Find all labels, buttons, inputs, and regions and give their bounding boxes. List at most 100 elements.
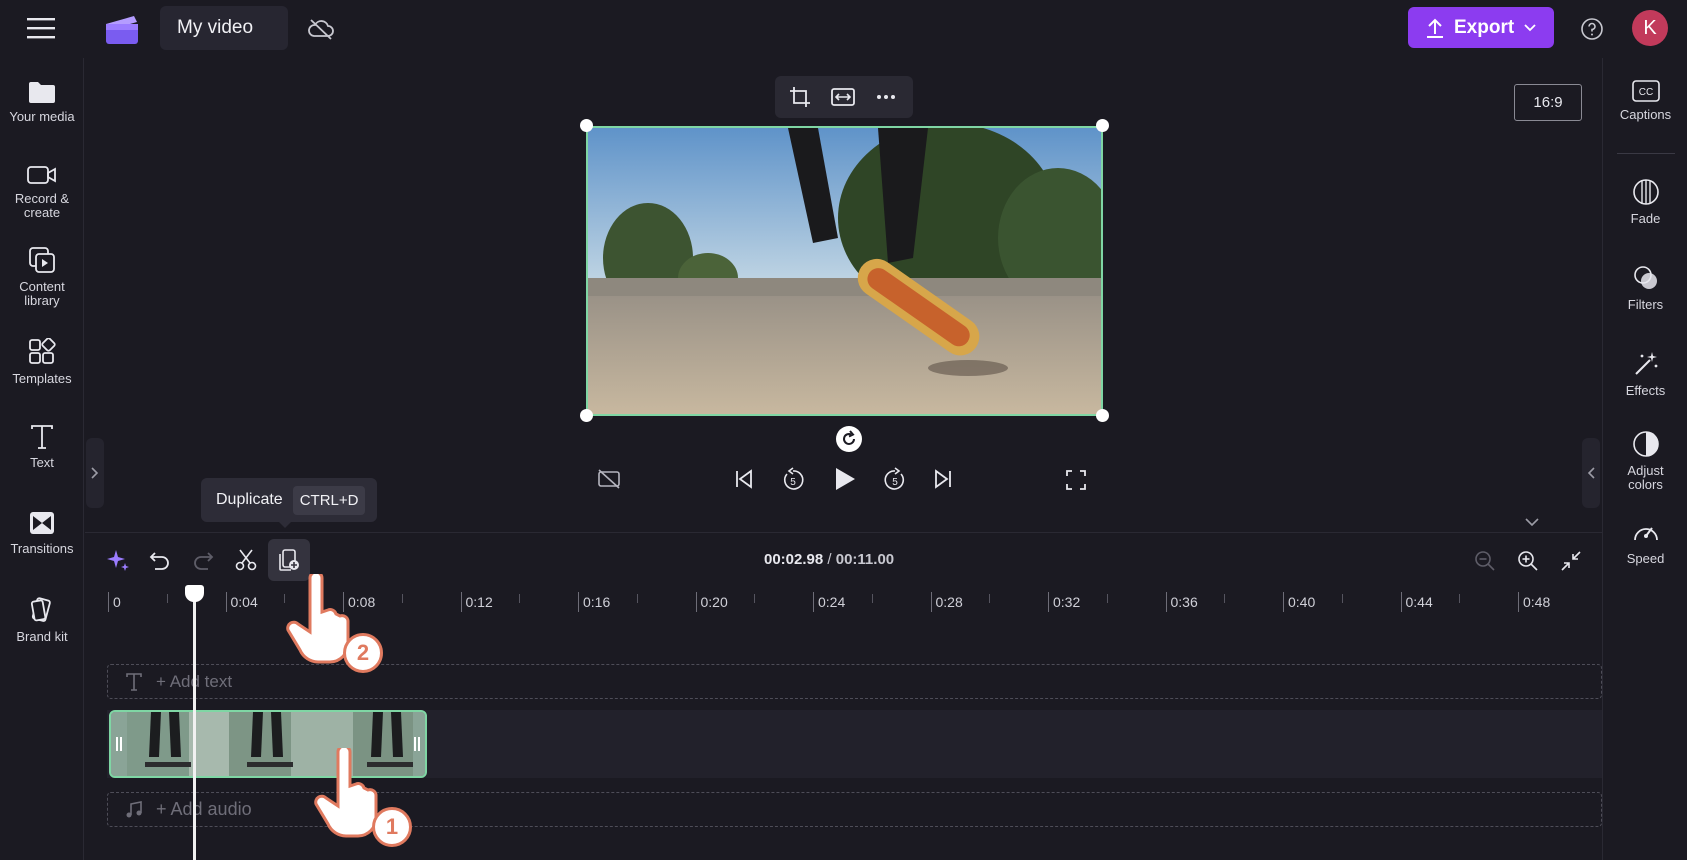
sidebar-item-brand-kit[interactable]: Brand kit [0, 596, 84, 644]
resize-handle-top-right[interactable] [1096, 119, 1109, 132]
split-scissors-icon[interactable] [232, 546, 260, 574]
sidebar-item-text[interactable]: Text [0, 424, 84, 470]
sidebar-item-your-media[interactable]: Your media [0, 80, 84, 124]
sidebar-item-label: Content library [19, 279, 65, 308]
export-label: Export [1454, 16, 1515, 38]
ruler-minor-tick [871, 594, 873, 603]
ruler-minor-tick [1224, 594, 1226, 603]
ruler-label: 0:32 [1053, 594, 1081, 610]
fullscreen-icon[interactable] [1064, 468, 1088, 492]
sidebar-item-label: Transitions [10, 541, 74, 556]
clip-trim-handle-left[interactable] [111, 712, 127, 776]
sidebar-item-effects[interactable]: Effects [1603, 350, 1687, 398]
ruler-label: 0:28 [935, 594, 963, 610]
skip-to-end-icon[interactable] [930, 466, 956, 492]
ruler-minor-tick [989, 594, 991, 603]
collapse-preview-icon[interactable] [1522, 514, 1542, 530]
add-text-track[interactable]: + Add text [107, 664, 1602, 699]
cloud-off-icon[interactable] [306, 14, 336, 44]
sidebar-item-content-library[interactable]: Content library [0, 246, 84, 308]
fit-icon[interactable] [830, 84, 856, 110]
ruler-label: 0:24 [818, 594, 846, 610]
zoom-in-icon[interactable] [1515, 548, 1541, 574]
divider [1617, 153, 1675, 154]
captions-off-icon[interactable] [596, 466, 622, 492]
rotate-icon[interactable] [836, 426, 862, 452]
sidebar-item-label: Templates [12, 371, 72, 386]
ruler-minor-tick [166, 594, 168, 603]
chevron-left-icon [1587, 467, 1595, 479]
sidebar-item-label: Effects [1625, 383, 1666, 398]
svg-text:5: 5 [790, 477, 796, 488]
forward-5-icon[interactable]: 5 [881, 466, 909, 494]
sidebar-item-templates[interactable]: Templates [0, 338, 84, 386]
ruler-minor-tick [754, 594, 756, 603]
hamburger-menu-icon[interactable] [26, 14, 56, 42]
help-icon[interactable] [1578, 15, 1606, 43]
sidebar-item-captions[interactable]: CC Captions [1603, 80, 1687, 122]
text-icon [31, 425, 53, 449]
sidebar-item-label: Your media [9, 109, 75, 124]
total-time: 00:11.00 [835, 551, 895, 568]
chevron-right-icon [91, 467, 99, 479]
time-separator: / [823, 551, 836, 568]
ruler-tick [1048, 592, 1049, 612]
sidebar-item-label: Text [30, 455, 54, 470]
captions-icon: CC [1631, 80, 1660, 102]
svg-text:CC: CC [1638, 87, 1652, 98]
top-bar: My video Export K [0, 0, 1687, 58]
ai-sparkle-icon[interactable] [104, 546, 132, 574]
resize-handle-bottom-right[interactable] [1096, 409, 1109, 422]
ruler-label: 0:16 [583, 594, 611, 610]
more-options-icon[interactable] [873, 84, 899, 110]
ruler-label: 0:48 [1523, 594, 1551, 610]
ruler-label: 0:04 [230, 594, 258, 610]
step-badge-1: 1 [372, 807, 412, 847]
skip-to-start-icon[interactable] [731, 466, 757, 492]
playhead[interactable] [193, 593, 196, 860]
rewind-5-icon[interactable]: 5 [779, 466, 807, 494]
current-time: 00:02.98 [764, 551, 824, 568]
project-title[interactable]: My video [160, 6, 288, 50]
duplicate-icon [279, 549, 299, 571]
resize-handle-top-left[interactable] [580, 119, 593, 132]
speed-icon [1633, 527, 1658, 541]
right-sidebar: CC Captions Fade Filters Effects Adjust … [1602, 58, 1687, 860]
ruler-tick [578, 592, 579, 612]
adjust-colors-icon [1632, 431, 1659, 457]
sidebar-item-filters[interactable]: Filters [1603, 264, 1687, 312]
sidebar-item-speed[interactable]: Speed [1603, 520, 1687, 566]
video-preview[interactable] [586, 126, 1103, 416]
folder-icon [29, 82, 55, 103]
left-sidebar: Your media Record & create Content libra… [0, 58, 84, 860]
ruler-tick [1283, 592, 1284, 612]
tooltip-label: Duplicate [216, 491, 283, 508]
sidebar-item-label: Speed [1626, 551, 1665, 566]
redo-icon[interactable] [189, 546, 217, 574]
sidebar-item-label: Record & create [14, 191, 70, 220]
sidebar-item-adjust-colors[interactable]: Adjust colors [1603, 430, 1687, 492]
aspect-ratio-button[interactable]: 16:9 [1514, 84, 1582, 121]
sidebar-item-transitions[interactable]: Transitions [0, 510, 84, 556]
ruler-tick [225, 592, 227, 612]
playhead-handle[interactable] [185, 585, 204, 602]
sidebar-item-record-create[interactable]: Record & create [0, 164, 84, 220]
ruler-label: 0 [113, 594, 121, 610]
undo-icon[interactable] [146, 546, 174, 574]
play-icon[interactable] [830, 464, 860, 494]
ruler-label: 0:40 [1288, 594, 1316, 610]
avatar[interactable]: K [1632, 10, 1668, 46]
export-button[interactable]: Export [1408, 7, 1554, 48]
sidebar-item-fade[interactable]: Fade [1603, 178, 1687, 226]
clip-trim-handle-right[interactable] [409, 712, 425, 776]
ruler-minor-tick [636, 594, 638, 603]
ruler-minor-tick [1106, 594, 1108, 603]
resize-handle-bottom-left[interactable] [580, 409, 593, 422]
zoom-out-icon[interactable] [1472, 548, 1498, 574]
sidebar-item-label: Captions [1619, 107, 1672, 122]
ruler-tick [930, 592, 932, 612]
fit-timeline-icon[interactable] [1558, 548, 1584, 574]
crop-icon[interactable] [787, 84, 813, 110]
expand-left-panel-button[interactable] [86, 438, 104, 508]
expand-right-panel-button[interactable] [1582, 438, 1600, 508]
